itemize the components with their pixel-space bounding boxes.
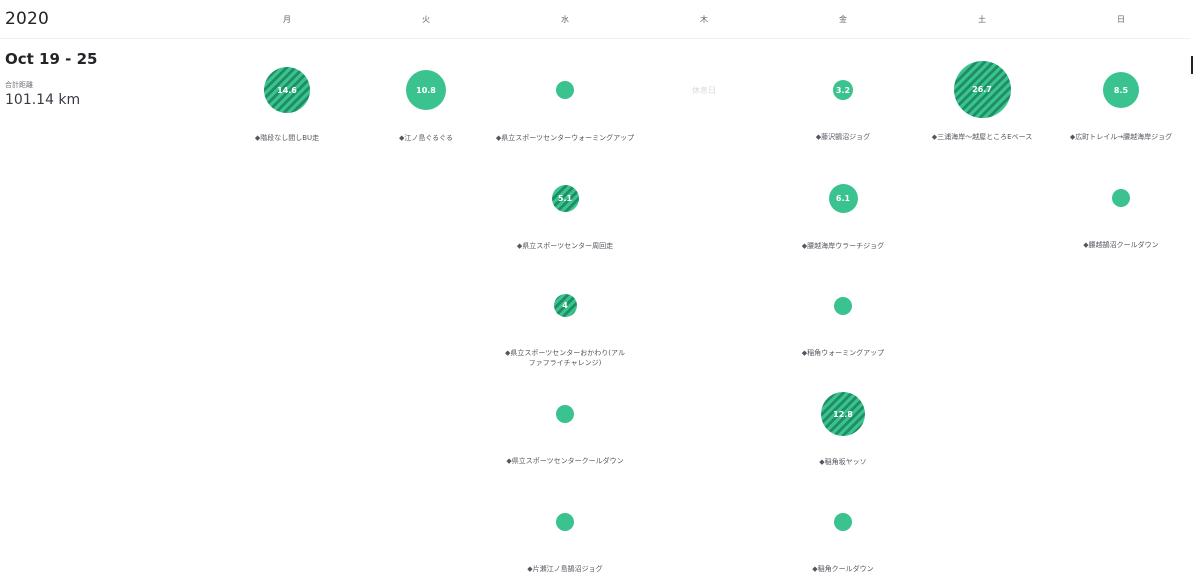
distance-bubble[interactable]: 4 (553, 294, 577, 317)
activity-name[interactable]: ◆県立スポーツセンタークールダウン (490, 456, 640, 466)
header-divider (0, 38, 1190, 39)
distance-bubble[interactable] (556, 405, 574, 423)
activity-name[interactable]: ◆稲角クールダウン (768, 564, 918, 574)
distance-bubble[interactable]: 5.1 (551, 185, 579, 212)
year-title: 2020 (5, 9, 50, 29)
activity-fri-2[interactable]: 6.1 ◆腰越海岸ウラーチジョグ (768, 184, 918, 251)
activity-fri-4[interactable]: 12.8 ◆稲角坂ヤッソ (768, 392, 918, 467)
rest-day-label: 休息日 (692, 86, 716, 95)
day-header-thu: 木 (700, 15, 708, 24)
day-header-fri: 金 (839, 15, 847, 24)
distance-bubble[interactable] (556, 513, 574, 531)
activity-name[interactable]: ◆三浦海岸～越屋ところEベース (907, 132, 1057, 142)
distance-bubble[interactable] (834, 297, 852, 315)
activity-name[interactable]: ◆腰越海岸ウラーチジョグ (768, 241, 918, 251)
activity-name[interactable]: ◆藤沢鵠沼ジョグ (768, 132, 918, 142)
activity-sat-1[interactable]: 26.7 ◆三浦海岸～越屋ところEベース (907, 61, 1057, 142)
activity-wed-5[interactable]: ◆片瀬江ノ島鵠沼ジョグ (490, 513, 640, 574)
activity-name[interactable]: ◆階段なし間しBU走 (212, 133, 362, 143)
day-header-sat: 土 (978, 15, 986, 24)
activity-fri-3[interactable]: ◆稲角ウォーミングアップ (768, 297, 918, 358)
day-header-sun: 日 (1117, 15, 1125, 24)
distance-bubble[interactable] (834, 513, 852, 531)
distance-bubble[interactable] (556, 81, 574, 99)
distance-bubble[interactable]: 8.5 (1103, 72, 1139, 108)
activity-name[interactable]: ◆県立スポーツセンターウォーミングアップ (490, 133, 640, 143)
distance-bubble[interactable]: 14.6 (264, 67, 310, 113)
activity-mon-1[interactable]: 14.6 ◆階段なし間しBU走 (212, 67, 362, 143)
activity-name[interactable]: ◆県立スポーツセンター周回走 (490, 241, 640, 251)
activity-wed-1[interactable]: ◆県立スポーツセンターウォーミングアップ (490, 81, 640, 143)
distance-bubble[interactable]: 3.2 (833, 80, 853, 100)
activity-fri-5[interactable]: ◆稲角クールダウン (768, 513, 918, 574)
activity-name[interactable]: ◆腰越鵠沼クールダウン (1046, 240, 1196, 250)
activity-name[interactable]: ◆江ノ島ぐるぐる (351, 133, 501, 143)
day-header-tue: 火 (422, 15, 430, 24)
activity-wed-2[interactable]: 5.1 ◆県立スポーツセンター周回走 (490, 185, 640, 251)
day-header-wed: 水 (561, 15, 569, 24)
activity-fri-1[interactable]: 3.2 ◆藤沢鵠沼ジョグ (768, 80, 918, 142)
distance-bubble[interactable]: 12.8 (821, 392, 865, 436)
activity-wed-4[interactable]: ◆県立スポーツセンタークールダウン (490, 405, 640, 466)
distance-bubble[interactable]: 26.7 (953, 61, 1011, 118)
total-distance-value: 101.14 km (5, 92, 81, 108)
activity-name[interactable]: ◆県立スポーツセンターおかわり(アルファフライチャレンジ) (503, 348, 627, 368)
activity-name[interactable]: ◆片瀬江ノ島鵠沼ジョグ (490, 564, 640, 574)
distance-bubble[interactable]: 6.1 (828, 184, 858, 213)
activity-wed-3[interactable]: 4 ◆県立スポーツセンターおかわり(アルファフライチャレンジ) (490, 294, 640, 368)
activity-tue-1[interactable]: 10.8 ◆江ノ島ぐるぐる (351, 70, 501, 143)
text-cursor (1191, 56, 1193, 74)
activity-name[interactable]: ◆稲角ウォーミングアップ (768, 348, 918, 358)
week-range: Oct 19 - 25 (5, 50, 98, 68)
activity-name[interactable]: ◆稲角坂ヤッソ (768, 457, 918, 467)
distance-bubble[interactable] (1112, 189, 1130, 207)
distance-bubble[interactable]: 10.8 (406, 70, 446, 110)
day-header-mon: 月 (283, 15, 291, 24)
activity-sun-1[interactable]: 8.5 ◆広町トレイル→腰越海岸ジョグ (1046, 72, 1196, 142)
activity-name[interactable]: ◆広町トレイル→腰越海岸ジョグ (1046, 132, 1196, 142)
activity-sun-2[interactable]: ◆腰越鵠沼クールダウン (1046, 189, 1196, 250)
total-distance-label: 合計距離 (5, 81, 33, 89)
